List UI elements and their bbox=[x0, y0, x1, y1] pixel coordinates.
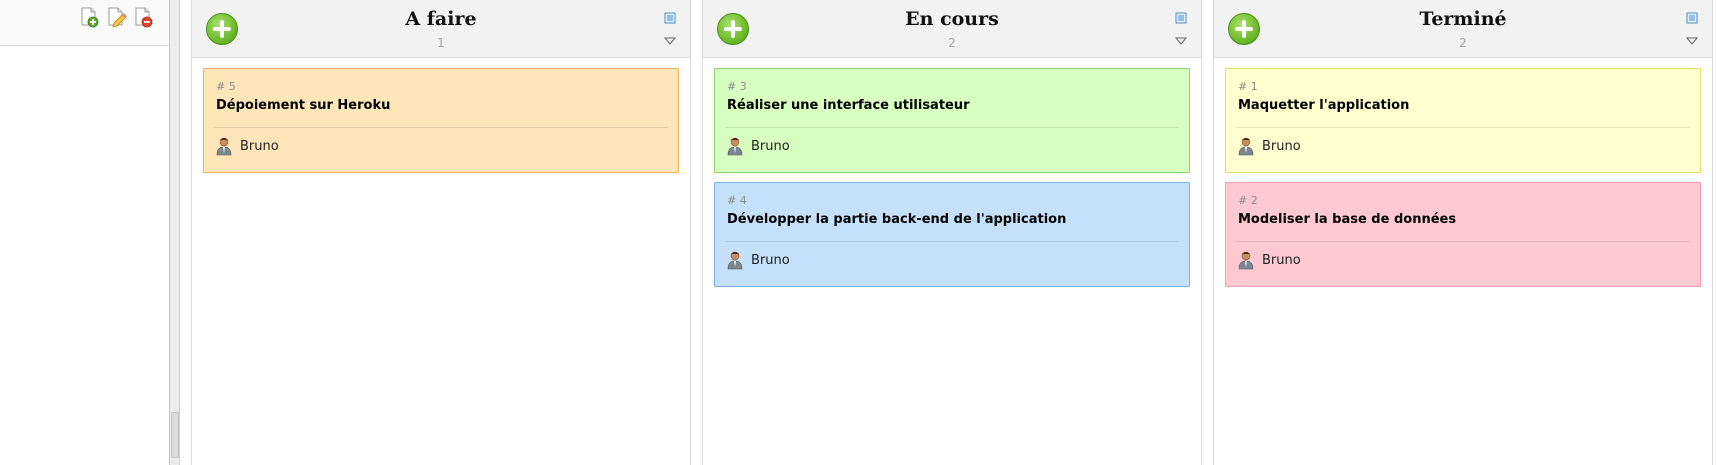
card-number: # 5 bbox=[216, 80, 236, 93]
column-count: 2 bbox=[1459, 36, 1467, 50]
column-a-faire: A faire 1 # 5 Dépoiement sur Heroku Brun… bbox=[191, 0, 691, 465]
card-number: # 2 bbox=[1238, 194, 1258, 207]
user-icon bbox=[725, 250, 745, 270]
column-count: 2 bbox=[948, 36, 956, 50]
card-title: Modeliser la base de données bbox=[1238, 212, 1457, 227]
card-divider bbox=[1236, 241, 1690, 242]
column-header: A faire 1 bbox=[192, 0, 690, 58]
card-divider bbox=[1236, 127, 1690, 128]
left-toolbar bbox=[0, 0, 170, 46]
card-title: Développer la partie back-end de l'appli… bbox=[727, 212, 1067, 227]
task-card[interactable]: # 4 Développer la partie back-end de l'a… bbox=[714, 182, 1190, 287]
column-menu-icon[interactable] bbox=[1686, 36, 1698, 46]
card-user-name: Bruno bbox=[751, 139, 790, 154]
panel-splitter[interactable] bbox=[170, 0, 180, 465]
card-number: # 1 bbox=[1238, 80, 1258, 93]
kanban-app: A faire 1 # 5 Dépoiement sur Heroku Brun… bbox=[0, 0, 1716, 465]
column-menu-icon[interactable] bbox=[1175, 36, 1187, 46]
card-divider bbox=[725, 241, 1179, 242]
card-divider bbox=[725, 127, 1179, 128]
task-card[interactable]: # 5 Dépoiement sur Heroku Bruno bbox=[203, 68, 679, 173]
user-icon bbox=[1236, 250, 1256, 270]
card-number: # 4 bbox=[727, 194, 747, 207]
column-title: Terminé bbox=[1419, 8, 1507, 30]
task-card[interactable]: # 2 Modeliser la base de données Bruno bbox=[1225, 182, 1701, 287]
column-title: En cours bbox=[905, 8, 999, 30]
column-en-cours: En cours 2 # 3 Réaliser une interface ut… bbox=[702, 0, 1202, 465]
card-user-name: Bruno bbox=[1262, 139, 1301, 154]
user-icon bbox=[1236, 136, 1256, 156]
card-divider bbox=[214, 127, 668, 128]
card-title: Maquetter l'application bbox=[1238, 98, 1410, 113]
task-card[interactable]: # 3 Réaliser une interface utilisateur B… bbox=[714, 68, 1190, 173]
column-details-icon[interactable] bbox=[1686, 12, 1698, 24]
column-menu-icon[interactable] bbox=[664, 36, 676, 46]
task-card[interactable]: # 1 Maquetter l'application Bruno bbox=[1225, 68, 1701, 173]
left-panel bbox=[0, 0, 170, 465]
card-user-name: Bruno bbox=[240, 139, 279, 154]
card-number: # 3 bbox=[727, 80, 747, 93]
column-count: 1 bbox=[437, 36, 445, 50]
card-title: Dépoiement sur Heroku bbox=[216, 98, 391, 113]
column-header: En cours 2 bbox=[703, 0, 1201, 58]
card-user-name: Bruno bbox=[751, 253, 790, 268]
card-title: Réaliser une interface utilisateur bbox=[727, 98, 970, 113]
column-title: A faire bbox=[405, 8, 477, 30]
user-icon bbox=[725, 136, 745, 156]
column-header: Terminé 2 bbox=[1214, 0, 1712, 58]
column-details-icon[interactable] bbox=[1175, 12, 1187, 24]
delete-document-icon[interactable] bbox=[132, 6, 154, 28]
user-icon bbox=[214, 136, 234, 156]
add-document-icon[interactable] bbox=[78, 6, 100, 28]
edit-document-icon[interactable] bbox=[105, 6, 127, 28]
card-user-name: Bruno bbox=[1262, 253, 1301, 268]
column-termine: Terminé 2 # 1 Maquetter l'application Br… bbox=[1213, 0, 1713, 465]
splitter-handle[interactable] bbox=[171, 412, 179, 458]
column-details-icon[interactable] bbox=[664, 12, 676, 24]
